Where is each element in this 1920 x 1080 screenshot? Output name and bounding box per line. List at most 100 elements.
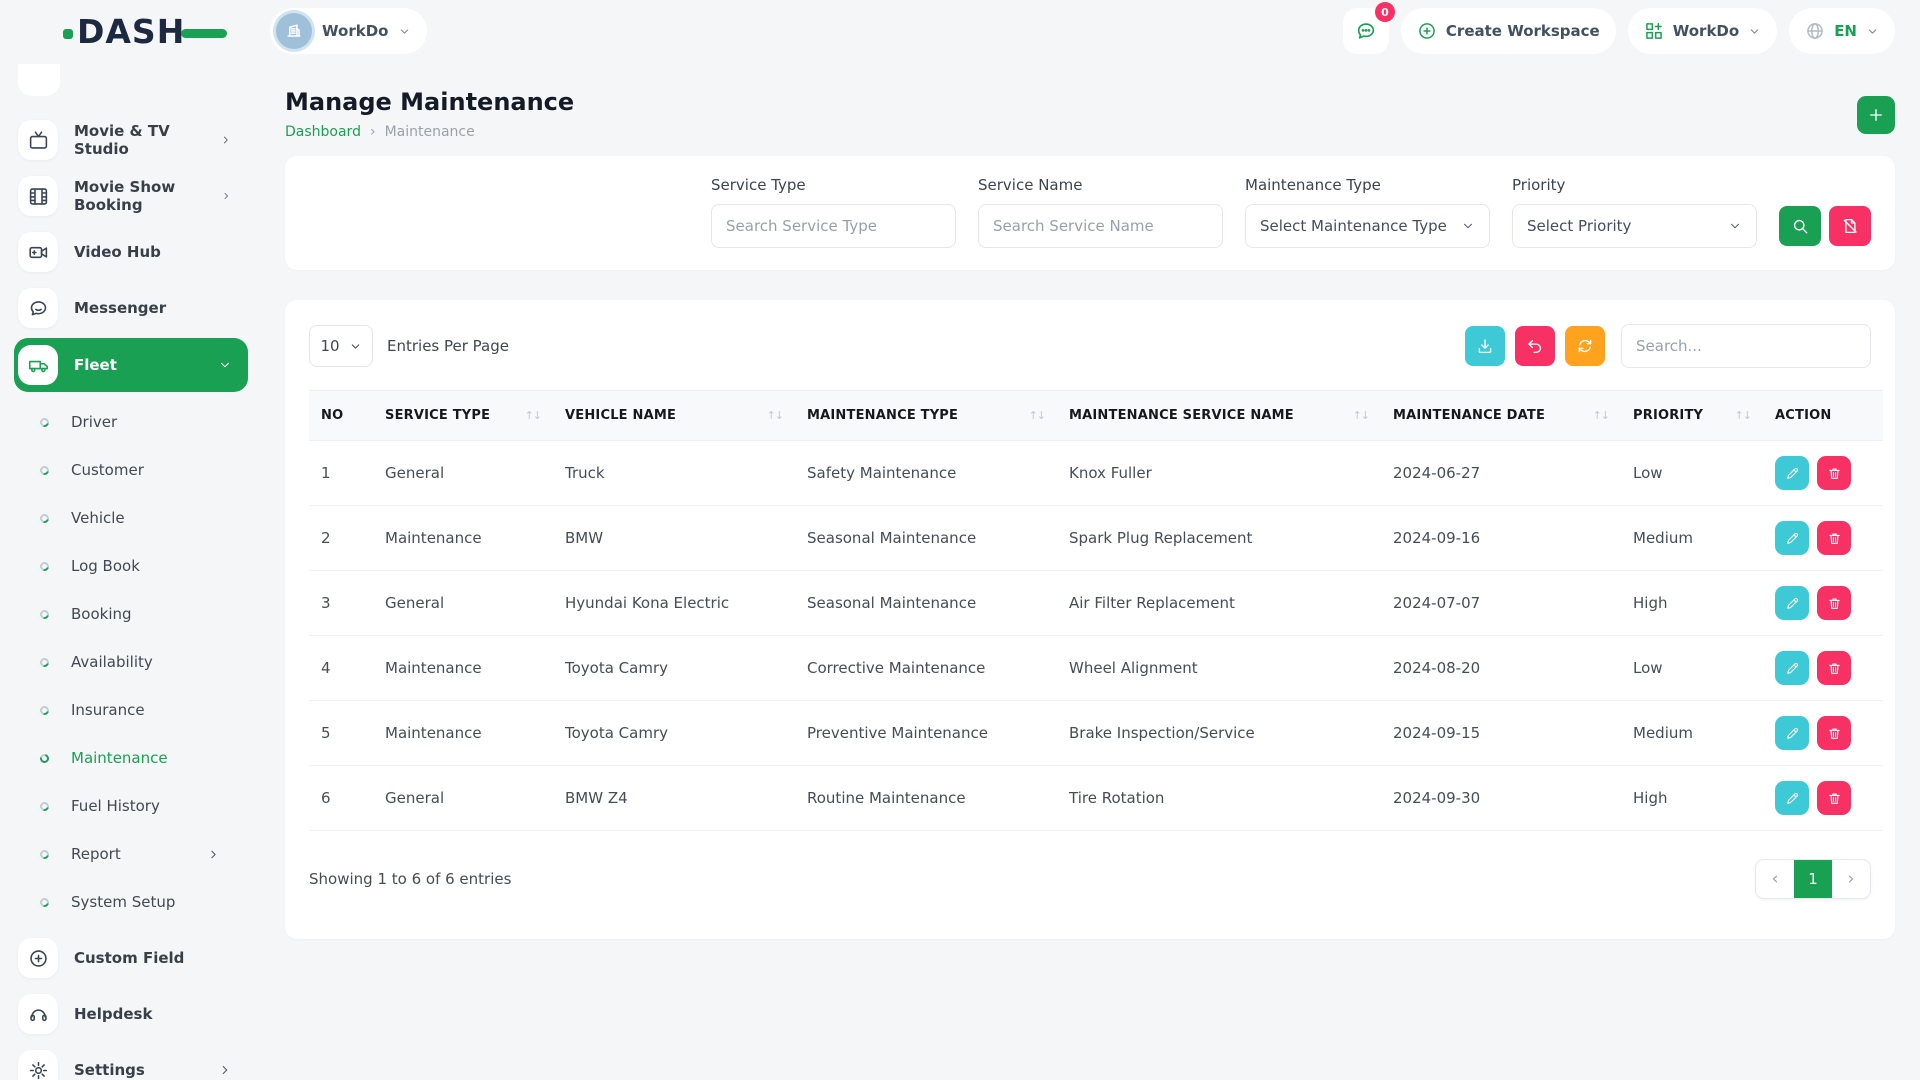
maintenance-type-label: Maintenance Type: [1245, 176, 1490, 194]
service-type-input[interactable]: [711, 204, 956, 248]
sidebar-item-helpdesk[interactable]: Helpdesk: [14, 986, 248, 1042]
table-search-input[interactable]: [1621, 324, 1871, 368]
cell-maintenance_date: 2024-09-16: [1381, 506, 1621, 571]
priority-select[interactable]: Select Priority: [1512, 204, 1757, 248]
column-label: ACTION: [1775, 408, 1831, 423]
sidebar-item-custom-field[interactable]: Custom Field: [14, 930, 248, 986]
donut-bullet-icon: [38, 704, 50, 716]
sidebar-subitem-booking[interactable]: Booking: [40, 590, 248, 638]
maintenance-type-selected: Select Maintenance Type: [1260, 217, 1447, 235]
maintenance-type-select[interactable]: Select Maintenance Type: [1245, 204, 1490, 248]
edit-button[interactable]: [1775, 651, 1809, 685]
sidebar-subitem-log-book[interactable]: Log Book: [40, 542, 248, 590]
filter-search-button[interactable]: [1779, 206, 1821, 246]
cell-maintenance_service_name: Knox Fuller: [1057, 441, 1381, 506]
sidebar-item-messenger[interactable]: Messenger: [14, 280, 248, 336]
cell-vehicle_name: Hyundai Kona Electric: [553, 571, 795, 636]
undo-button[interactable]: [1515, 326, 1555, 366]
delete-button[interactable]: [1817, 586, 1851, 620]
delete-button[interactable]: [1817, 716, 1851, 750]
cell-maintenance_date: 2024-08-20: [1381, 636, 1621, 701]
cell-maintenance_type: Corrective Maintenance: [795, 636, 1057, 701]
chevron-down-icon: [349, 340, 362, 353]
column-header-maintenance_service_name[interactable]: MAINTENANCE SERVICE NAME↑↓: [1057, 391, 1381, 441]
delete-button[interactable]: [1817, 521, 1851, 555]
column-header-vehicle_name[interactable]: VEHICLE NAME↑↓: [553, 391, 795, 441]
sidebar-item-video-hub[interactable]: Video Hub: [14, 224, 248, 280]
sidebar-subitem-customer[interactable]: Customer: [40, 446, 248, 494]
breadcrumb-dashboard-link[interactable]: Dashboard: [285, 124, 361, 140]
cell-maintenance_date: 2024-07-07: [1381, 571, 1621, 636]
cell-maintenance_type: Safety Maintenance: [795, 441, 1057, 506]
dash-logo[interactable]: DASH: [25, 12, 270, 51]
sidebar-subitem-system-setup[interactable]: System Setup: [40, 878, 248, 926]
delete-button[interactable]: [1817, 781, 1851, 815]
sidebar-item-movie-tv-studio[interactable]: Movie & TV Studio: [14, 112, 248, 168]
donut-bullet-icon: [38, 848, 50, 860]
sidebar-subitem-maintenance[interactable]: Maintenance: [40, 734, 248, 782]
plus-circle-icon: [18, 938, 58, 978]
pagination-next-button[interactable]: ›: [1832, 860, 1870, 898]
column-header-maintenance_date[interactable]: MAINTENANCE DATE↑↓: [1381, 391, 1621, 441]
service-name-input[interactable]: [978, 204, 1223, 248]
column-header-priority[interactable]: PRIORITY↑↓: [1621, 391, 1763, 441]
sidebar-subitem-label: Booking: [71, 605, 132, 623]
column-header-service_type[interactable]: SERVICE TYPE↑↓: [373, 391, 553, 441]
service-name-label: Service Name: [978, 176, 1223, 194]
sort-icon[interactable]: ↑↓: [1353, 409, 1369, 422]
donut-bullet-icon: [38, 656, 50, 668]
chevron-right-icon: [220, 133, 232, 147]
sort-icon[interactable]: ↑↓: [767, 409, 783, 422]
sidebar-subitem-label: Maintenance: [71, 749, 168, 767]
chevron-down-icon: [1748, 25, 1761, 38]
table-row: 1GeneralTruckSafety MaintenanceKnox Full…: [309, 441, 1883, 506]
sidebar-subitem-fuel-history[interactable]: Fuel History: [40, 782, 248, 830]
refresh-button[interactable]: [1565, 326, 1605, 366]
messages-button[interactable]: 0: [1343, 8, 1389, 54]
edit-button[interactable]: [1775, 521, 1809, 555]
sidebar-subitem-vehicle[interactable]: Vehicle: [40, 494, 248, 542]
add-maintenance-button[interactable]: [1857, 96, 1895, 134]
sort-icon[interactable]: ↑↓: [525, 409, 541, 422]
entries-per-page-select[interactable]: 10: [309, 325, 373, 367]
cell-no: 2: [309, 506, 373, 571]
cell-service_type: General: [373, 441, 553, 506]
create-workspace-button[interactable]: Create Workspace: [1401, 8, 1616, 54]
filter-clear-button[interactable]: [1829, 206, 1871, 246]
truck-icon: [18, 345, 58, 385]
delete-button[interactable]: [1817, 456, 1851, 490]
cell-priority: Medium: [1621, 506, 1763, 571]
edit-button[interactable]: [1775, 586, 1809, 620]
export-button[interactable]: [1465, 326, 1505, 366]
sort-icon[interactable]: ↑↓: [1593, 409, 1609, 422]
sidebar-subitem-availability[interactable]: Availability: [40, 638, 248, 686]
language-selector[interactable]: EN: [1789, 8, 1895, 54]
workspace-switcher[interactable]: WorkDo: [270, 8, 427, 54]
pencil-icon: [1785, 466, 1800, 481]
column-header-maintenance_type[interactable]: MAINTENANCE TYPE↑↓: [795, 391, 1057, 441]
donut-bullet-icon: [38, 608, 50, 620]
sidebar-item-movie-show-booking[interactable]: Movie Show Booking: [14, 168, 248, 224]
sidebar-item-settings[interactable]: Settings: [14, 1042, 248, 1080]
chevron-right-icon: [221, 189, 232, 203]
delete-button[interactable]: [1817, 651, 1851, 685]
sidebar-item-fleet[interactable]: Fleet: [14, 338, 248, 392]
edit-button[interactable]: [1775, 456, 1809, 490]
pagination-page-1[interactable]: 1: [1794, 860, 1832, 898]
sidebar-toggle-button[interactable]: [18, 64, 60, 96]
edit-button[interactable]: [1775, 781, 1809, 815]
sidebar-subitem-report[interactable]: Report: [40, 830, 248, 878]
cell-no: 1: [309, 441, 373, 506]
priority-selected: Select Priority: [1527, 217, 1631, 235]
pencil-icon: [1785, 726, 1800, 741]
cell-maintenance_service_name: Brake Inspection/Service: [1057, 701, 1381, 766]
app-menu-button[interactable]: WorkDo: [1628, 8, 1777, 54]
sort-icon[interactable]: ↑↓: [1735, 409, 1751, 422]
sidebar-subitem-insurance[interactable]: Insurance: [40, 686, 248, 734]
sidebar-subitem-driver[interactable]: Driver: [40, 398, 248, 446]
cell-no: 5: [309, 701, 373, 766]
pagination-prev-button[interactable]: ‹: [1756, 860, 1794, 898]
sort-icon[interactable]: ↑↓: [1029, 409, 1045, 422]
cell-maintenance_service_name: Wheel Alignment: [1057, 636, 1381, 701]
edit-button[interactable]: [1775, 716, 1809, 750]
